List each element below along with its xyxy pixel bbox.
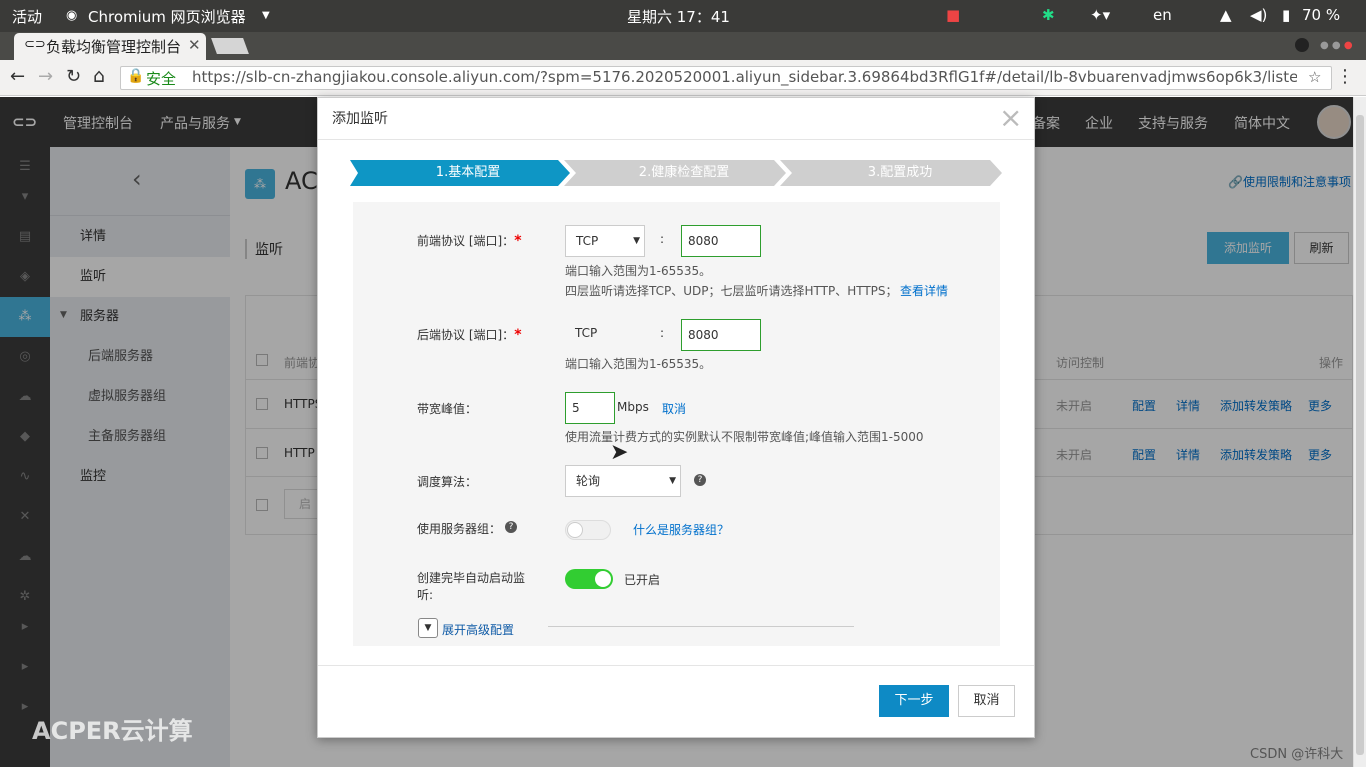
close-tab-icon[interactable]: ✕ xyxy=(188,36,201,54)
back-icon[interactable]: ← xyxy=(10,66,25,87)
layer-hint: 四层监听请选择TCP、UDP；七层监听请选择HTTP、HTTPS； xyxy=(565,284,898,298)
app-menu[interactable]: Chromium 网页浏览器 xyxy=(88,6,246,27)
dialog-header: 添加监听 × xyxy=(318,98,1034,140)
dialog-footer-divider xyxy=(318,665,1034,666)
chevron-down-icon: ▼ xyxy=(262,10,270,21)
volume-icon[interactable]: ◀) xyxy=(1250,6,1267,24)
csdn-credit: CSDN @许科大 xyxy=(1250,747,1344,762)
required-mark: * xyxy=(514,233,522,249)
bandwidth-cancel-link[interactable]: 取消 xyxy=(662,400,686,417)
next-button[interactable]: 下一步 xyxy=(879,685,949,717)
profile-icon[interactable] xyxy=(1295,38,1309,52)
backend-port-hint: 端口输入范围为1-65535。 xyxy=(565,357,712,371)
dialog-title: 添加监听 xyxy=(332,111,388,127)
frontend-port-input[interactable]: 8080 xyxy=(681,225,761,257)
bandwidth-input[interactable]: 5 xyxy=(565,392,615,424)
add-listener-dialog: 添加监听 × 1.基本配置 2.健康检查配置 3.配置成功 前端协议 [端口]：… xyxy=(317,97,1035,738)
expand-advanced-icon[interactable]: ▼ xyxy=(418,618,438,638)
help-icon[interactable]: ? xyxy=(505,521,517,533)
battery-level: 70 % xyxy=(1302,6,1341,24)
window-controls[interactable]: ● ● ● xyxy=(1320,40,1364,52)
frontend-protocol-value: TCP xyxy=(576,234,599,248)
backend-protocol-value: TCP xyxy=(575,326,598,340)
divider xyxy=(548,626,854,627)
algorithm-label: 调度算法： xyxy=(417,475,478,489)
chromium-icon: ◉ xyxy=(66,8,78,23)
battery-icon[interactable]: ▮ xyxy=(1282,6,1290,24)
frontend-label-text: 前端协议 [端口]： xyxy=(417,234,515,248)
colon: : xyxy=(660,326,665,340)
expand-advanced-link[interactable]: 展开高级配置 xyxy=(442,621,514,638)
caret-down-icon: ▼ xyxy=(633,236,640,246)
accessibility-icon[interactable]: ✦▾ xyxy=(1090,6,1110,24)
cancel-button[interactable]: 取消 xyxy=(958,685,1015,717)
secure-label: 安全 xyxy=(146,70,177,88)
caret-down-icon: ▼ xyxy=(669,476,676,486)
colon: : xyxy=(660,232,665,246)
auto-start-label-cont: 听: xyxy=(417,588,434,602)
backend-label-text: 后端协议 [端口]： xyxy=(417,328,515,342)
language-indicator[interactable]: en xyxy=(1153,6,1172,24)
toggle-knob xyxy=(595,571,611,587)
backend-label: 后端协议 [端口]：* xyxy=(417,326,522,343)
bookmark-star-icon[interactable]: ☆ xyxy=(1308,68,1321,86)
bandwidth-label: 带宽峰值： xyxy=(417,402,478,416)
scrollbar-thumb[interactable] xyxy=(1356,115,1364,755)
help-icon[interactable]: ? xyxy=(694,474,706,486)
required-mark: * xyxy=(514,327,522,343)
watermark: ACPER云计算 xyxy=(32,717,193,745)
bluetooth-icon[interactable]: ✱ xyxy=(1042,6,1055,24)
step-2: 2.健康检查配置 xyxy=(638,165,730,180)
step-1: 1.基本配置 xyxy=(435,165,501,180)
frontend-label: 前端协议 [端口]：* xyxy=(417,232,522,249)
toggle-knob xyxy=(567,522,583,538)
new-tab-button[interactable] xyxy=(211,38,249,54)
close-icon[interactable]: × xyxy=(999,101,1022,134)
algorithm-select[interactable]: 轮询 ▼ xyxy=(565,465,681,497)
record-icon: ■ xyxy=(946,6,961,24)
bandwidth-unit: Mbps xyxy=(617,400,649,414)
browser-tab[interactable]: ⊂⊃ 负载均衡管理控制台 ✕ xyxy=(14,33,206,60)
auto-start-label: 创建完毕自动启动监 xyxy=(417,571,526,585)
step-3: 3.配置成功 xyxy=(867,165,933,180)
server-group-help-link[interactable]: 什么是服务器组？ xyxy=(633,521,729,538)
backend-port-input[interactable]: 8080 xyxy=(681,319,761,351)
forward-icon[interactable]: → xyxy=(38,66,53,87)
server-group-toggle[interactable] xyxy=(565,520,611,540)
mouse-cursor-icon: ➤ xyxy=(610,440,629,465)
network-icon[interactable]: ▲ xyxy=(1220,6,1232,24)
algorithm-value: 轮询 xyxy=(576,474,601,488)
auto-start-status: 已开启 xyxy=(624,573,661,587)
view-details-link[interactable]: 查看详情 xyxy=(900,282,948,299)
aliyun-favicon-icon: ⊂⊃ xyxy=(24,37,46,52)
menu-icon[interactable]: ⋮ xyxy=(1336,66,1354,87)
auto-start-toggle[interactable] xyxy=(565,569,613,589)
tab-title: 负载均衡管理控制台 xyxy=(46,38,182,56)
server-group-label: 使用服务器组： xyxy=(417,522,502,536)
system-top-bar: 活动 ◉ Chromium 网页浏览器 ▼ 星期六 17：41 ■ ✱ ✦▾ e… xyxy=(0,0,1366,32)
reload-icon[interactable]: ↻ xyxy=(66,66,81,87)
url-text[interactable]: https://slb-cn-zhangjiakou.console.aliyu… xyxy=(192,68,1297,86)
activities-button[interactable]: 活动 xyxy=(12,6,42,27)
page-scrollbar[interactable] xyxy=(1353,97,1366,767)
home-icon[interactable]: ⌂ xyxy=(93,65,105,87)
clock[interactable]: 星期六 17：41 xyxy=(627,6,730,27)
port-hint: 端口输入范围为1-65535。 xyxy=(565,264,712,278)
address-bar[interactable]: 🔒 安全 https://slb-cn-zhangjiakou.console.… xyxy=(120,66,1332,90)
lock-icon: 🔒 xyxy=(127,68,145,84)
frontend-protocol-select[interactable]: TCP ▼ xyxy=(565,225,645,257)
